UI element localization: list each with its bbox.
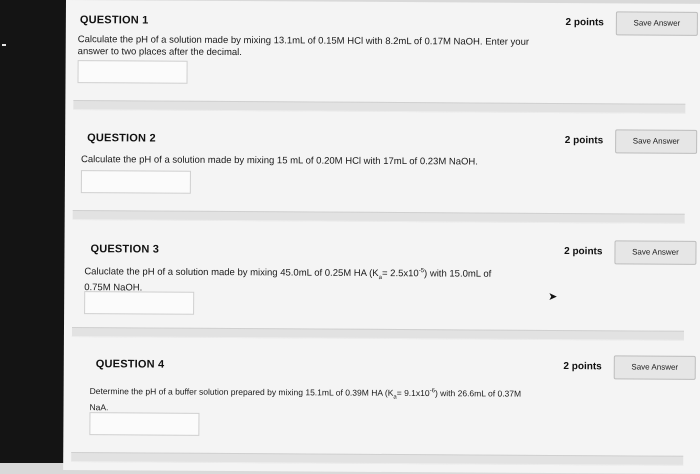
question-title: QUESTION 3 <box>90 243 160 256</box>
question-header: QUESTION 1 2 points Save Answer <box>66 4 700 38</box>
question-points: 2 points <box>564 135 604 147</box>
quiz-page: QUESTION 1 2 points Save Answer Calculat… <box>63 0 700 474</box>
question-text: Determine the pH of a buffer solution pr… <box>89 385 522 412</box>
answer-input[interactable] <box>89 412 200 436</box>
question-points: 2 points <box>563 361 602 373</box>
divider <box>73 100 686 114</box>
answer-input[interactable] <box>77 60 188 84</box>
save-answer-button[interactable]: Save Answer <box>614 240 697 265</box>
divider <box>71 327 684 341</box>
question-title: QUESTION 1 <box>79 14 149 27</box>
question-header: QUESTION 2 2 points Save Answer <box>65 122 700 156</box>
answer-input[interactable] <box>80 170 191 194</box>
left-dark-strip <box>0 0 66 463</box>
question-title: QUESTION 2 <box>87 132 156 145</box>
minus-icon <box>2 44 6 46</box>
save-answer-button[interactable]: Save Answer <box>613 355 696 380</box>
divider <box>72 210 685 224</box>
question-title: QUESTION 4 <box>95 358 165 371</box>
save-answer-button[interactable]: Save Answer <box>615 129 698 154</box>
answer-input[interactable] <box>84 291 195 315</box>
question-4: QUESTION 4 2 points Save Answer Determin… <box>64 348 700 436</box>
question-3: QUESTION 3 2 points Save Answer Caluclat… <box>65 233 700 315</box>
question-header: QUESTION 3 2 points Save Answer <box>64 233 700 267</box>
question-points: 2 points <box>565 17 604 29</box>
mouse-cursor-icon: ➤ <box>548 290 558 304</box>
question-text: Calculate the pH of a solution made by m… <box>77 34 530 59</box>
question-2: QUESTION 2 2 points Save Answer Calculat… <box>65 122 700 194</box>
question-header: QUESTION 4 2 points Save Answer <box>64 348 700 382</box>
question-points: 2 points <box>564 246 603 258</box>
divider <box>71 452 684 466</box>
save-answer-button[interactable]: Save Answer <box>615 11 698 36</box>
question-text: Calculate the pH of a solution made by m… <box>80 154 478 168</box>
question-1: QUESTION 1 2 points Save Answer Calculat… <box>66 4 700 84</box>
